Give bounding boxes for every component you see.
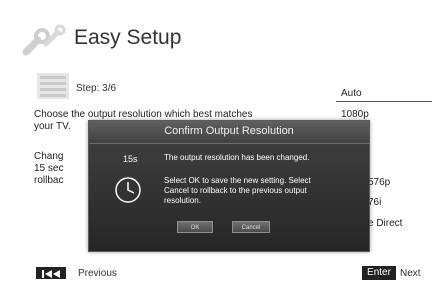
resolution-option-1080p[interactable]: 1080p <box>341 109 369 120</box>
description-line: rollbac <box>34 175 64 186</box>
skip-back-icon <box>42 270 60 278</box>
cancel-button[interactable]: Cancel <box>232 221 270 233</box>
clock-icon <box>115 177 141 203</box>
previous-label: Previous <box>78 268 117 279</box>
selection-underline <box>336 101 432 102</box>
description-line: your TV. <box>34 121 71 132</box>
resolution-option-auto[interactable]: Auto <box>341 88 362 99</box>
description-line: 15 sec <box>34 163 64 174</box>
countdown-timer: 15s <box>123 154 138 164</box>
resolution-option-source-direct[interactable]: e Direct <box>368 218 402 229</box>
page-title: Easy Setup <box>74 26 182 49</box>
dialog-instructions-line: resolution. <box>164 196 201 205</box>
step-indicator: Step: 3/6 <box>76 83 117 94</box>
enter-button[interactable]: Enter <box>362 266 396 280</box>
resolution-option-576p[interactable]: 576p <box>368 177 390 188</box>
step-list-icon <box>37 73 69 99</box>
confirm-resolution-dialog: Confirm Output Resolution 15s The output… <box>88 120 370 252</box>
dialog-instructions-line: Cancel to rollback to the previous outpu… <box>164 186 307 195</box>
resolution-option-576i[interactable]: 76i <box>368 197 381 208</box>
description-line: Choose the output resolution which best … <box>34 109 253 120</box>
wrench-icon <box>22 24 66 56</box>
dialog-message: The output resolution has been changed. <box>164 153 310 162</box>
dialog-title: Confirm Output Resolution <box>164 125 294 137</box>
dialog-title-bar: Confirm Output Resolution <box>89 121 369 144</box>
dialog-instructions-line: Select OK to save the new setting. Selec… <box>164 176 311 185</box>
next-label: Next <box>400 268 421 279</box>
description-line: Chang <box>34 151 64 162</box>
previous-button[interactable] <box>36 267 66 279</box>
ok-button[interactable]: OK <box>177 221 213 233</box>
